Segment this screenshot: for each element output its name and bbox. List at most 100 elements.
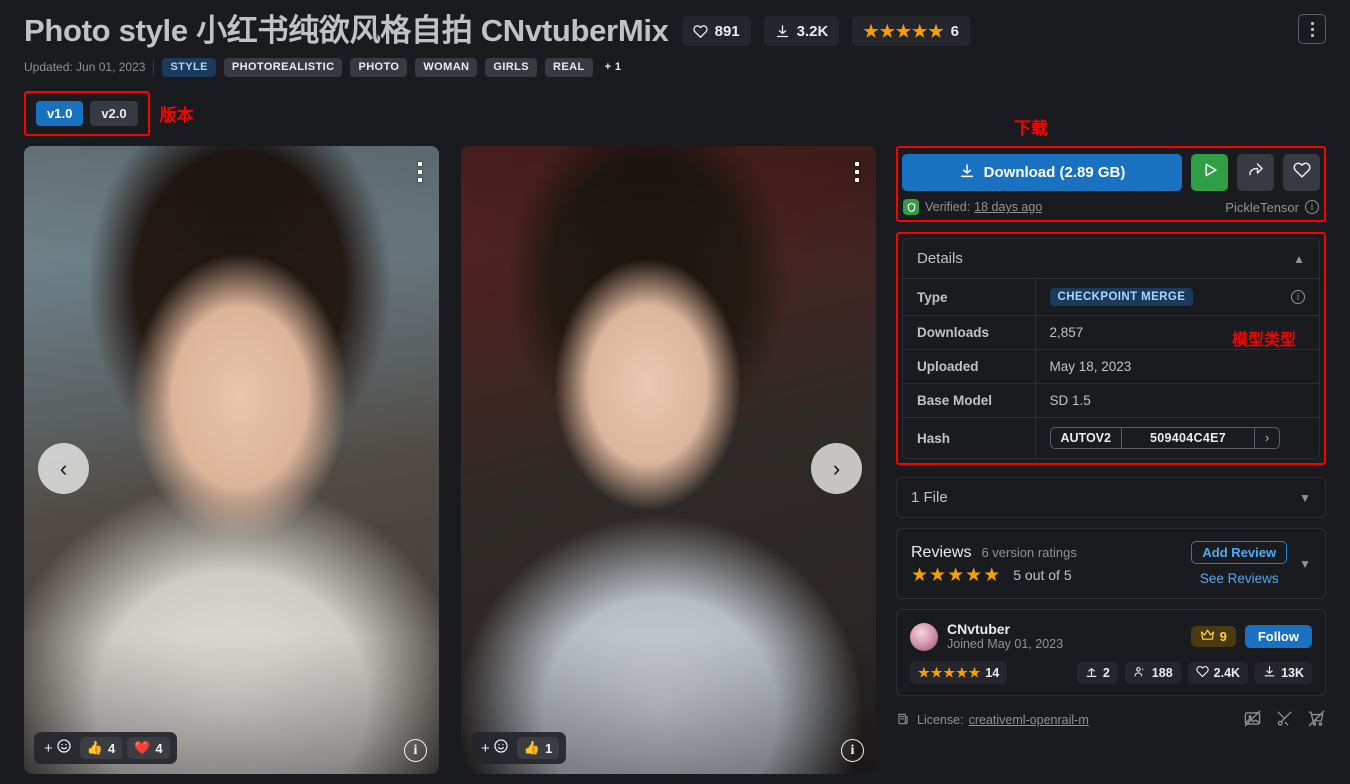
info-icon[interactable]: i (1305, 200, 1319, 214)
chevron-down-icon: ▼ (1299, 490, 1311, 505)
image-options-button-1[interactable] (414, 158, 426, 186)
reviews-subtitle: 6 version ratings (981, 544, 1077, 560)
preview-image-1[interactable]: ‹ + 👍 4 ❤️ 4 i (24, 146, 439, 774)
info-icon[interactable]: i (1291, 290, 1305, 304)
kebab-dot (418, 162, 422, 166)
rating-count: 6 (950, 22, 959, 40)
more-options-button[interactable] (1298, 14, 1326, 44)
hash-group[interactable]: AUTOV2 509404C4E7 › (1049, 427, 1281, 449)
reaction-thumbsup-2[interactable]: 👍 1 (516, 737, 560, 759)
files-panel[interactable]: 1 File ▼ (896, 477, 1326, 518)
creator-name[interactable]: CNvtuber (947, 621, 1063, 637)
image-options-button-2[interactable] (851, 158, 863, 186)
tag-photorealistic[interactable]: PHOTOREALISTIC (223, 57, 343, 77)
details-key-uploaded: Uploaded (903, 349, 1036, 384)
page-title: Photo style 小红书纯欲风格自拍 CNvtuberMix (24, 13, 669, 48)
version-selector-highlight: v1.0 v2.0 (24, 91, 150, 136)
creator-stat-chips: 2 188 2.4K 13K (1076, 661, 1312, 684)
preview-image-2[interactable]: › + 👍 1 i (461, 146, 876, 774)
reviews-score-row: ★ ★ ★ ★ ★ 5 out of 5 (911, 564, 1191, 586)
creator-rating-chip: ★ ★ ★ ★ ★ 14 (910, 661, 1008, 684)
plus-icon: + (44, 739, 53, 757)
avatar[interactable] (910, 622, 938, 651)
files-panel-header[interactable]: 1 File ▼ (897, 478, 1325, 517)
download-button-label: Download (2.89 GB) (983, 164, 1126, 181)
follow-button[interactable]: Follow (1244, 625, 1312, 648)
reaction-bar-2: + 👍 1 (471, 732, 567, 764)
details-value-uploaded: May 18, 2023 (1035, 349, 1319, 384)
image-info-button-2[interactable]: i (841, 739, 864, 762)
favorite-button[interactable] (1283, 154, 1320, 191)
followers-icon (1133, 665, 1147, 681)
downloads-chip[interactable]: 3.2K (763, 16, 840, 46)
reviews-actions: Add Review See Reviews (1191, 541, 1288, 586)
reaction-thumbsup-1[interactable]: 👍 4 (79, 737, 123, 759)
reaction-count: 4 (107, 740, 116, 756)
creator-rating-count: 14 (985, 665, 1000, 680)
updated-date: Updated: Jun 01, 2023 (24, 60, 146, 74)
heart-icon (1195, 665, 1209, 681)
see-reviews-link[interactable]: See Reviews (1200, 571, 1279, 586)
no-merge-icon (1275, 709, 1294, 731)
title-row: Photo style 小红书纯欲风格自拍 CNvtuberMix 891 3.… (24, 10, 1326, 52)
download-button[interactable]: Download (2.89 GB) (902, 154, 1182, 191)
kebab-dot (855, 162, 859, 166)
share-icon (1247, 161, 1265, 184)
crown-icon (1200, 629, 1215, 644)
hash-algo: AUTOV2 (1051, 428, 1122, 448)
version-button-v2[interactable]: v2.0 (90, 101, 138, 126)
creator-stats-row: ★ ★ ★ ★ ★ 14 2 188 2.4K 13K (910, 661, 1312, 684)
license-icon (896, 712, 910, 729)
likes-chip[interactable]: 891 (681, 16, 751, 46)
details-value-hash: AUTOV2 509404C4E7 › (1035, 417, 1319, 458)
details-title: Details (917, 250, 963, 267)
tag-real[interactable]: REAL (545, 57, 593, 77)
verified-timestamp[interactable]: 18 days ago (974, 200, 1042, 214)
version-button-v1[interactable]: v1.0 (36, 101, 84, 126)
chevron-down-icon[interactable]: ▼ (1299, 557, 1311, 571)
tag-photo[interactable]: PHOTO (350, 57, 408, 77)
reviews-header: Reviews 6 version ratings (911, 544, 1191, 562)
tag-style[interactable]: STYLE (162, 57, 216, 77)
gallery-prev-button[interactable]: ‹ (38, 443, 89, 494)
tag-girls[interactable]: GIRLS (485, 57, 538, 77)
kebab-dot (418, 178, 422, 182)
creator-downloads-chip: 13K (1255, 661, 1312, 684)
details-key-type: Type (903, 279, 1036, 316)
page-header: Photo style 小红书纯欲风格自拍 CNvtuberMix 891 3.… (0, 0, 1350, 77)
crown-badge[interactable]: 9 (1190, 626, 1236, 647)
smiley-icon (493, 738, 509, 758)
meta-row: Updated: Jun 01, 2023 STYLE PHOTOREALIST… (24, 57, 1326, 77)
license-restriction-icons (1243, 709, 1326, 731)
creator-actions: 9 Follow (1190, 625, 1312, 648)
gallery-next-button[interactable]: › (811, 443, 862, 494)
reviews-info: Reviews 6 version ratings ★ ★ ★ ★ ★ 5 out of… (911, 544, 1191, 586)
chevron-right-icon[interactable]: › (1253, 428, 1279, 448)
reviews-stars: ★ ★ ★ ★ ★ (911, 564, 1001, 586)
details-key-hash: Hash (903, 417, 1036, 458)
image-info-button-1[interactable]: i (404, 739, 427, 762)
add-reaction-button-1[interactable]: + (41, 738, 75, 758)
annotation-model-type: 模型类型 (1231, 330, 1296, 349)
heart-icon (692, 24, 708, 39)
share-button[interactable] (1237, 154, 1274, 191)
run-model-button[interactable] (1191, 154, 1228, 191)
add-review-button[interactable]: Add Review (1191, 541, 1288, 564)
details-panel-header[interactable]: Details ▲ (903, 239, 1319, 279)
main-content: ‹ + 👍 4 ❤️ 4 i › + 👍 1 i 下载 Download (2.… (0, 119, 1350, 776)
download-icon (1263, 665, 1276, 681)
chevron-up-icon: ▲ (1293, 251, 1305, 266)
model-type-badge[interactable]: CHECKPOINT MERGE (1049, 288, 1194, 306)
divider (153, 59, 155, 75)
tag-more[interactable]: + 1 (601, 58, 630, 77)
creator-followers-count: 188 (1151, 665, 1173, 680)
creator-joined: Joined May 01, 2023 (947, 637, 1064, 651)
license-link[interactable]: creativeml-openrail-m (969, 713, 1089, 727)
reaction-heart-1[interactable]: ❤️ 4 (127, 737, 170, 759)
add-reaction-button-2[interactable]: + (478, 738, 512, 758)
rating-chip[interactable]: ★ ★ ★ ★ ★ 6 (852, 16, 970, 46)
hash-value: 509404C4E7 (1149, 431, 1226, 445)
kebab-dot (418, 170, 422, 174)
plus-icon: + (481, 739, 490, 757)
tag-woman[interactable]: WOMAN (415, 57, 478, 77)
